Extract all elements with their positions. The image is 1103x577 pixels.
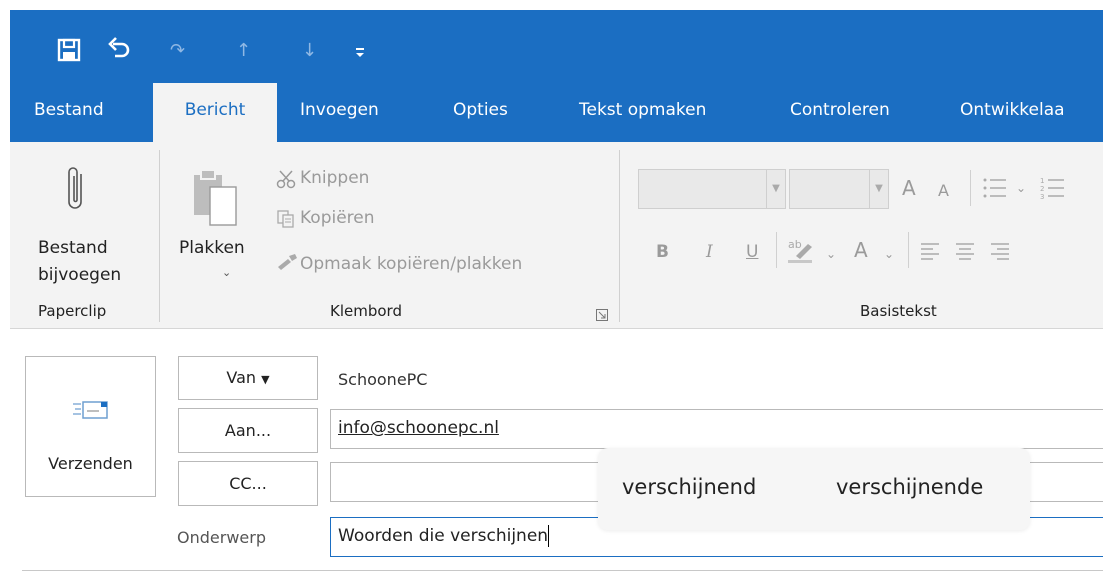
to-button[interactable]: Aan... (178, 408, 318, 453)
align-right-icon[interactable] (990, 242, 1010, 265)
svg-text:2: 2 (1040, 185, 1044, 193)
attach-file-label-1[interactable]: Bestand (38, 236, 108, 260)
outlook-compose-window: ↷ ↑ ↓ Bestand Bericht Invoegen Opties Te… (10, 10, 1103, 577)
chevron-down-icon[interactable]: ▼ (869, 170, 888, 208)
from-button[interactable]: Van ▼ (178, 356, 318, 400)
font-name-combo[interactable]: ▼ (638, 169, 786, 209)
customize-icon[interactable] (354, 44, 366, 66)
tab-bericht[interactable]: Bericht (153, 83, 277, 143)
paperclip-icon[interactable] (65, 164, 87, 220)
chevron-down-icon[interactable]: ▼ (766, 170, 785, 208)
tab-tekst-opmaken[interactable]: Tekst opmaken (579, 83, 706, 142)
word-suggestions-popup: verschijnend verschijnende (598, 448, 1030, 530)
tab-invoegen[interactable]: Invoegen (300, 83, 379, 142)
paperclip-group-label: Paperclip (38, 302, 107, 320)
undo-icon[interactable] (107, 35, 131, 66)
bullets-icon[interactable] (982, 176, 1008, 205)
subject-text: Woorden die verschijnen (338, 526, 549, 546)
format-painter-icon[interactable] (276, 253, 298, 275)
redo-icon[interactable]: ↷ (170, 40, 185, 62)
grow-font-icon[interactable]: A (902, 178, 916, 198)
svg-text:3: 3 (1040, 193, 1044, 200)
divider (908, 232, 909, 268)
shrink-font-icon[interactable]: A (938, 181, 949, 201)
font-color-icon[interactable]: A (854, 240, 868, 260)
clipboard-group-label: Klembord (330, 302, 402, 320)
tab-ontwikkelaar[interactable]: Ontwikkelaa (960, 83, 1065, 142)
divider (776, 232, 777, 268)
format-painter-button[interactable]: Opmaak kopiëren/plakken (300, 252, 522, 276)
underline-button[interactable]: U (746, 242, 758, 262)
group-divider (159, 150, 160, 322)
save-icon[interactable] (57, 38, 81, 67)
body-divider (22, 570, 1103, 571)
cc-button[interactable]: CC... (178, 461, 318, 506)
paste-button[interactable]: Plakken (179, 236, 245, 260)
svg-text:ab: ab (788, 238, 802, 251)
attach-file-label-2[interactable]: bijvoegen (38, 263, 121, 287)
send-button[interactable]: Verzenden (25, 356, 156, 497)
italic-button[interactable]: I (706, 242, 713, 262)
suggestion-item[interactable]: verschijnende (836, 475, 983, 499)
chevron-down-icon[interactable]: ⌄ (884, 244, 894, 264)
copy-button[interactable]: Kopiëren (300, 206, 375, 230)
copy-icon[interactable] (276, 209, 296, 233)
to-recipient[interactable]: info@schoonepc.nl (338, 418, 499, 438)
quick-access-toolbar: ↷ ↑ ↓ (10, 10, 1103, 83)
basic-text-group-label: Basistekst (860, 302, 937, 320)
highlighter-icon[interactable]: ab (786, 236, 816, 269)
bold-button[interactable]: B (656, 242, 669, 262)
tab-controleren[interactable]: Controleren (790, 83, 890, 142)
numbering-icon[interactable]: 123 (1040, 176, 1066, 205)
text-cursor (548, 525, 550, 547)
align-center-icon[interactable] (955, 242, 975, 265)
send-label: Verzenden (48, 454, 133, 473)
suggestion-item[interactable]: verschijnend (622, 475, 756, 499)
chevron-down-icon[interactable]: ⌄ (1016, 178, 1026, 198)
chevron-down-icon[interactable]: ⌄ (222, 261, 231, 285)
dialog-launcher-icon[interactable] (596, 306, 608, 325)
align-left-icon[interactable] (920, 242, 940, 265)
chevron-down-icon[interactable]: ⌄ (826, 244, 836, 264)
font-size-combo[interactable]: ▼ (789, 169, 889, 209)
up-arrow-icon[interactable]: ↑ (236, 40, 251, 62)
to-field[interactable]: info@schoonepc.nl (330, 409, 1103, 449)
from-value: SchoonePC (338, 370, 428, 389)
tab-opties[interactable]: Opties (453, 83, 508, 142)
ribbon: Bestand bijvoegen Paperclip Plakken ⌄ Kn… (10, 142, 1103, 329)
down-arrow-icon[interactable]: ↓ (302, 40, 317, 62)
paste-icon[interactable] (191, 165, 239, 235)
dropdown-arrow-icon: ▼ (261, 373, 270, 386)
group-divider (619, 150, 620, 322)
from-label: Van (226, 368, 257, 387)
svg-text:1: 1 (1040, 177, 1044, 185)
subject-label: Onderwerp (177, 528, 266, 547)
ribbon-tabs: Bestand Bericht Invoegen Opties Tekst op… (10, 83, 1103, 143)
cut-button[interactable]: Knippen (300, 166, 369, 190)
send-mail-icon (71, 399, 111, 425)
tab-bestand[interactable]: Bestand (34, 83, 104, 142)
divider (970, 170, 971, 206)
scissors-icon[interactable] (276, 169, 296, 193)
